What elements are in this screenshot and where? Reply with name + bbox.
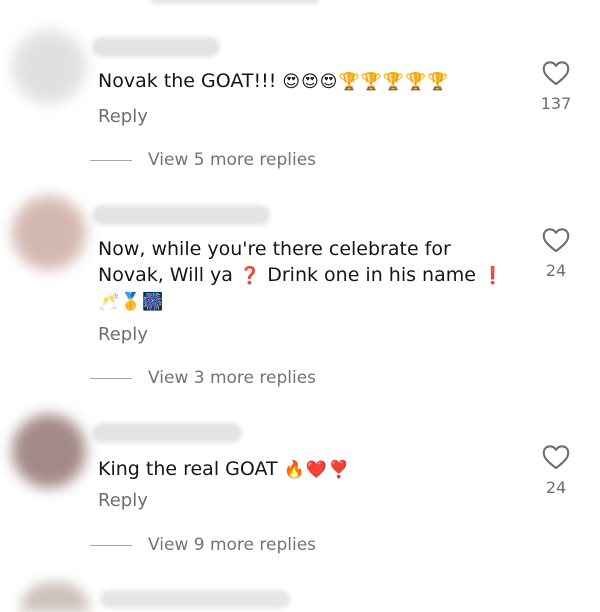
reply-button[interactable]: Reply: [98, 324, 148, 345]
like-button[interactable]: 137: [526, 60, 586, 113]
divider-line: [90, 544, 132, 546]
emoji-group: 😍😍😍🏆🏆🏆🏆🏆: [282, 72, 450, 92]
like-button[interactable]: 24: [526, 227, 586, 280]
comment-text-line: 🥂🥇🎆: [98, 288, 165, 315]
emoji-group: 🔥❤️❣️: [283, 460, 351, 480]
comment-text-line: Now, while you're there celebrate for: [98, 238, 451, 260]
avatar[interactable]: [12, 414, 86, 488]
like-count: 24: [545, 261, 567, 280]
comment-text-line: Novak, Will ya ❓ Drink one in his name ❗: [98, 264, 505, 286]
comment-text: Novak the GOAT!!! 😍😍😍🏆🏆🏆🏆🏆: [98, 70, 450, 92]
comment-text: King the real GOAT 🔥❤️❣️: [98, 458, 351, 480]
reply-button[interactable]: Reply: [98, 490, 148, 511]
divider-line: [90, 377, 132, 379]
exclamation-emoji: ❗: [481, 266, 505, 286]
like-count: 137: [540, 94, 572, 113]
view-more-replies[interactable]: View 9 more replies: [90, 535, 316, 555]
heart-outline-icon[interactable]: [542, 444, 570, 470]
avatar[interactable]: [12, 196, 86, 270]
view-more-label[interactable]: View 3 more replies: [148, 368, 316, 388]
username[interactable]: [100, 590, 290, 608]
username[interactable]: [92, 205, 270, 225]
avatar[interactable]: [12, 30, 86, 104]
avatar[interactable]: [20, 582, 90, 612]
view-more-replies[interactable]: View 3 more replies: [90, 368, 316, 388]
question-mark-emoji: ❓: [239, 266, 262, 286]
previous-view-more-cut: [150, 0, 320, 4]
heart-outline-icon[interactable]: [542, 60, 570, 86]
view-more-label[interactable]: View 9 more replies: [148, 535, 316, 555]
like-count: 24: [545, 478, 567, 497]
reply-button[interactable]: Reply: [98, 106, 148, 127]
view-more-replies[interactable]: View 5 more replies: [90, 150, 316, 170]
username[interactable]: [92, 37, 220, 57]
divider-line: [90, 159, 132, 161]
heart-outline-icon[interactable]: [542, 227, 570, 253]
view-more-label[interactable]: View 5 more replies: [148, 150, 316, 170]
like-button[interactable]: 24: [526, 444, 586, 497]
username[interactable]: [92, 423, 242, 443]
emoji-group: 🥂🥇🎆: [98, 292, 165, 312]
